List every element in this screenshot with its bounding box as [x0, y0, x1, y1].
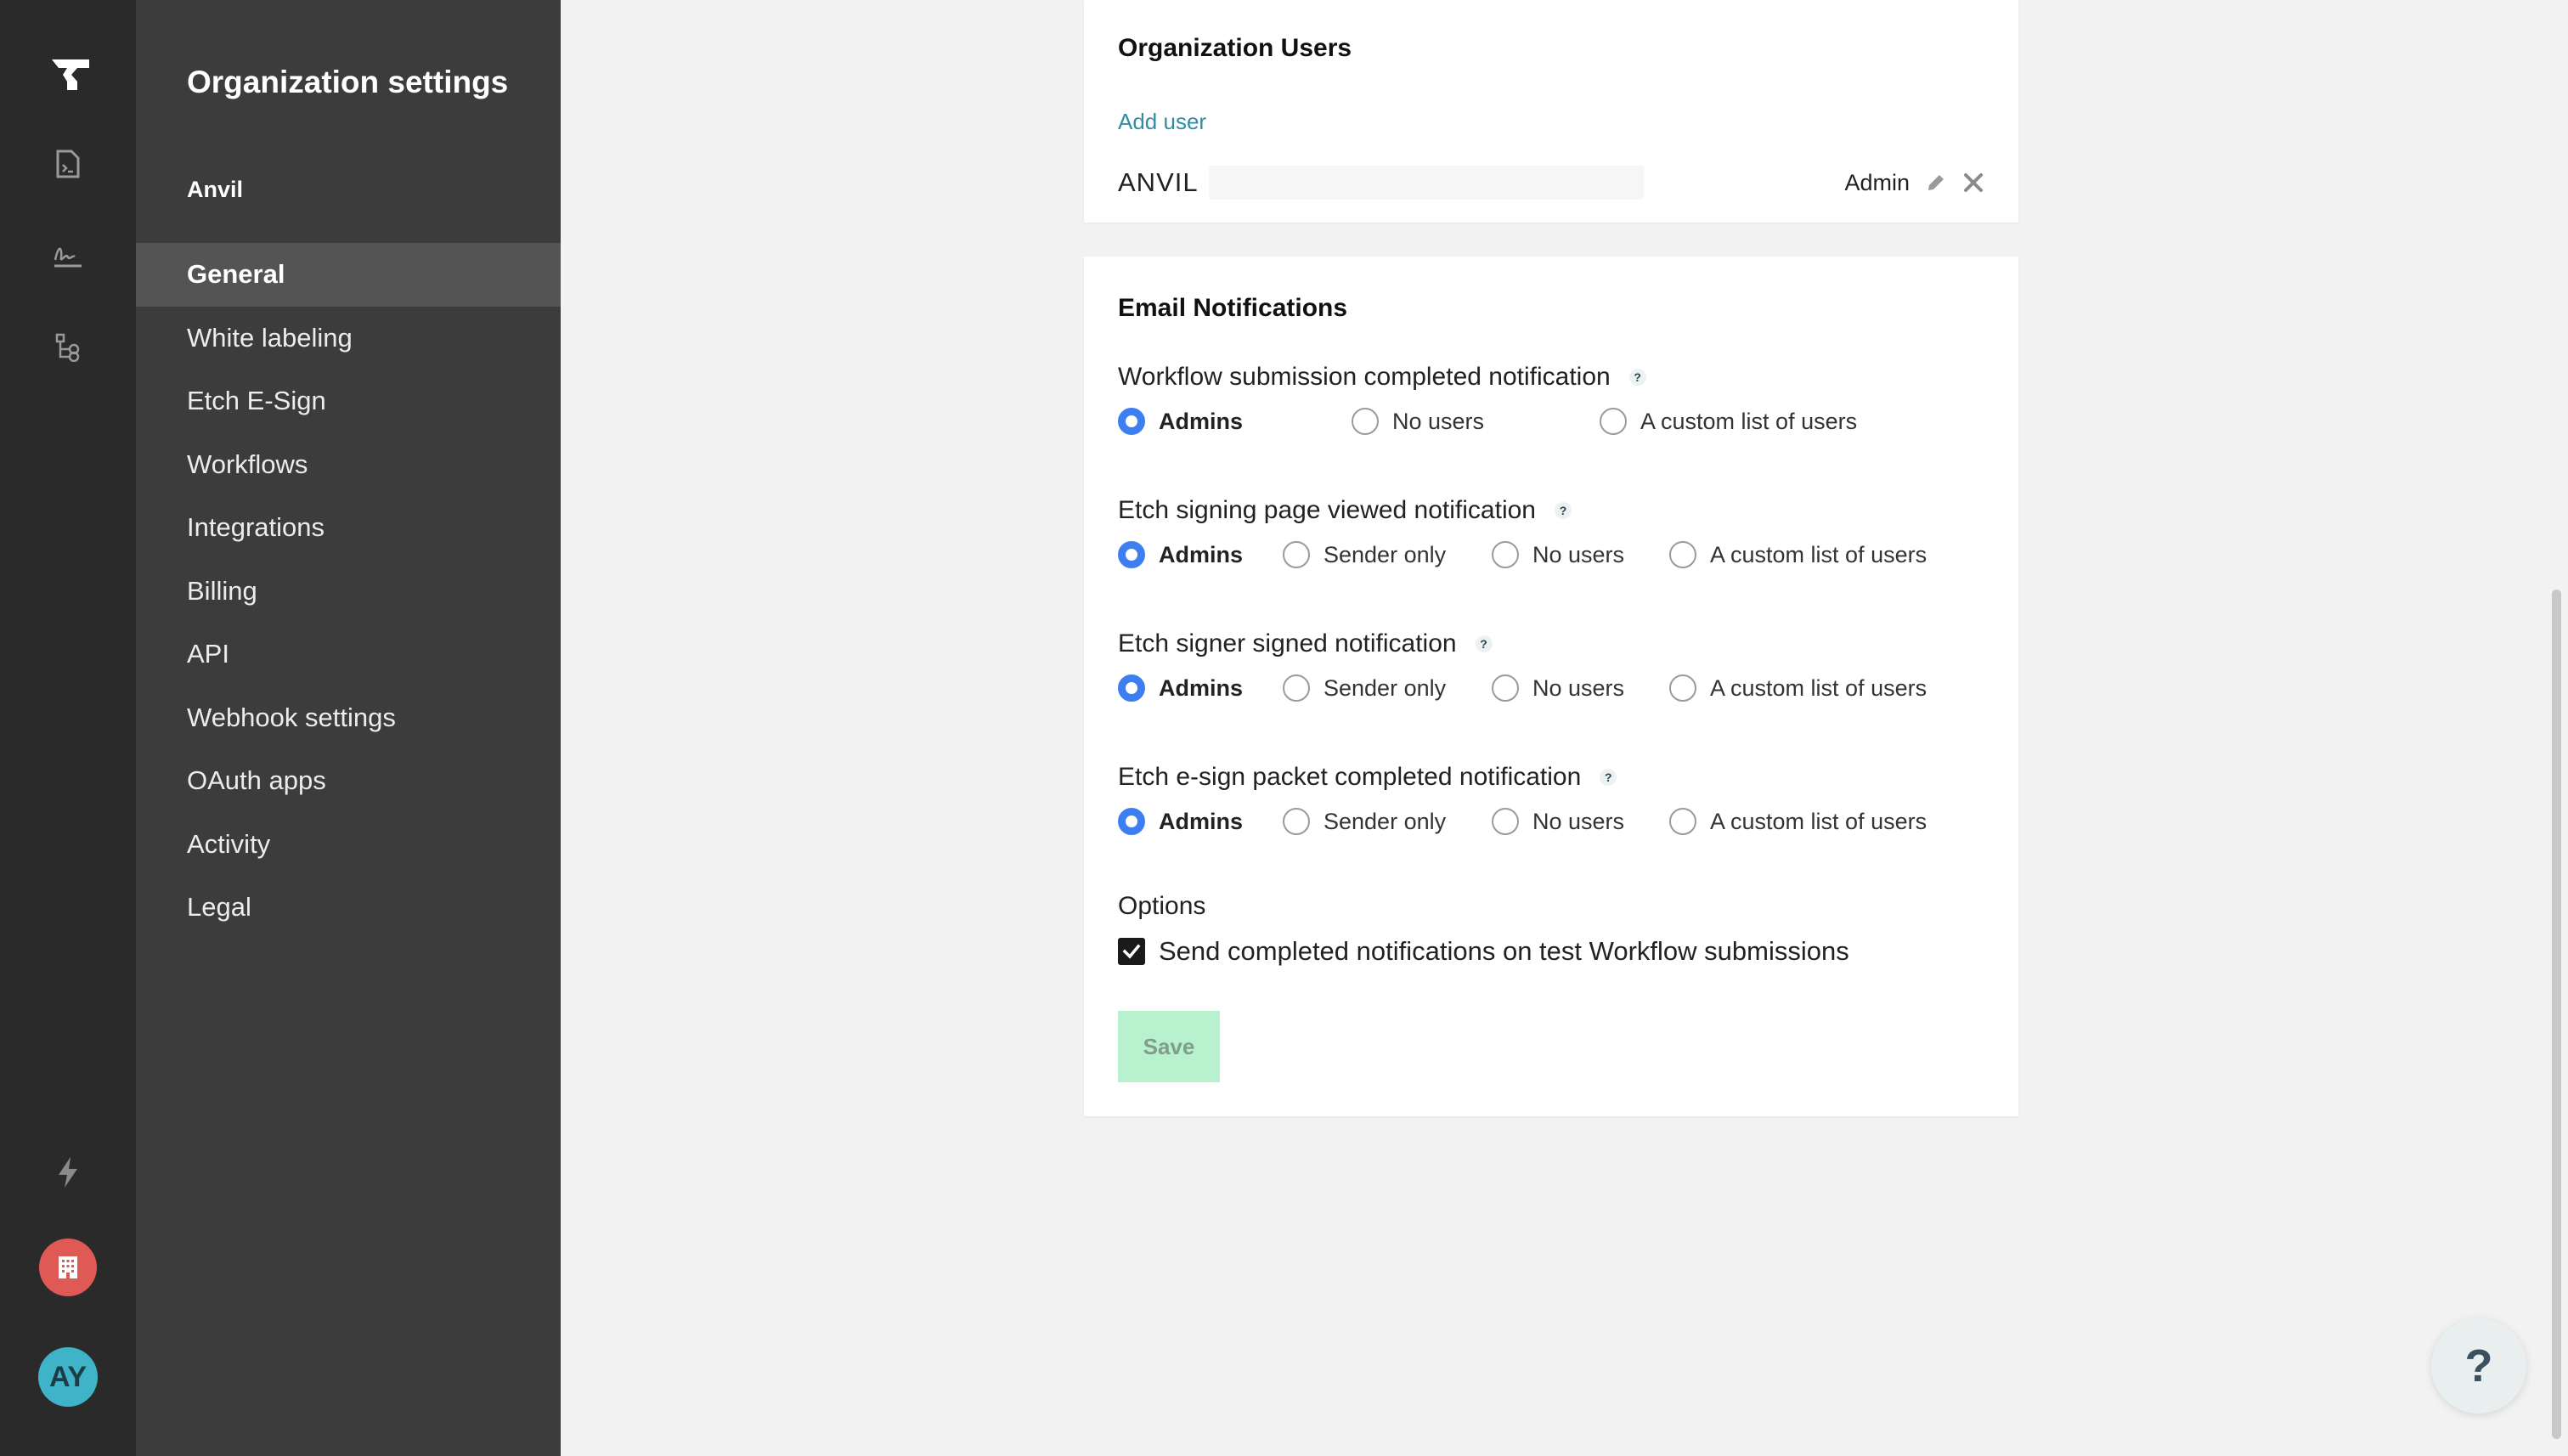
radio-sender-only[interactable]: Sender only	[1283, 804, 1446, 838]
options-section: Options Send completed notifications on …	[1118, 892, 1849, 966]
sidebar-item-webhook-settings[interactable]: Webhook settings	[136, 686, 561, 750]
sidebar-title: Organization settings	[187, 65, 509, 99]
email-notifications-title: Email Notifications	[1118, 294, 1348, 322]
sidebar-item-etch-e-sign[interactable]: Etch E-Sign	[136, 370, 561, 433]
anvil-logo-icon[interactable]	[47, 58, 89, 92]
sidebar-item-api[interactable]: API	[136, 623, 561, 686]
notification-group-label: Etch signer signed notification	[1118, 629, 1457, 657]
signature-icon[interactable]	[53, 243, 83, 268]
radio-group: Admins Sender only No users A custom lis…	[1118, 671, 2001, 705]
pencil-icon[interactable]	[1925, 172, 1947, 194]
notification-group-packet-completed: Etch e-sign packet completed notificatio…	[1118, 760, 2001, 835]
user-row: ANVIL Admin	[1118, 161, 1984, 204]
radio-custom-list[interactable]: A custom list of users	[1600, 404, 1857, 438]
main-content: Organization Users Add user ANVIL Admin …	[561, 0, 2548, 1456]
radio-sender-only[interactable]: Sender only	[1283, 538, 1446, 572]
icon-rail: AY	[0, 0, 136, 1456]
checkmark-icon	[1118, 938, 1145, 965]
notification-group-title: Workflow submission completed notificati…	[1118, 360, 2001, 394]
radio-admins[interactable]: Admins	[1118, 404, 1243, 438]
radio-admins[interactable]: Admins	[1118, 538, 1243, 572]
notification-group-signing-page-viewed: Etch signing page viewed notification ? …	[1118, 494, 2001, 568]
scrollbar[interactable]	[2545, 0, 2568, 1456]
radio-group: Admins Sender only No users A custom lis…	[1118, 538, 2001, 572]
sidebar-item-legal[interactable]: Legal	[136, 876, 561, 940]
notification-group-label: Workflow submission completed notificati…	[1118, 363, 1611, 391]
radio-custom-list[interactable]: A custom list of users	[1669, 538, 1927, 572]
notification-group-signer-signed: Etch signer signed notification ? Admins…	[1118, 627, 2001, 702]
document-icon[interactable]	[56, 150, 80, 178]
building-icon[interactable]	[39, 1239, 97, 1296]
notification-group-label: Etch e-sign packet completed notificatio…	[1118, 763, 1582, 791]
avatar[interactable]: AY	[38, 1347, 98, 1407]
org-users-title: Organization Users	[1118, 34, 1352, 62]
options-title: Options	[1118, 892, 1206, 920]
help-icon[interactable]: ?	[1554, 502, 1572, 519]
radio-no-users[interactable]: No users	[1492, 804, 1624, 838]
sidebar-item-activity[interactable]: Activity	[136, 813, 561, 877]
help-icon[interactable]: ?	[1475, 635, 1493, 652]
sidebar-item-oauth-apps[interactable]: OAuth apps	[136, 749, 561, 813]
bolt-icon[interactable]	[55, 1155, 81, 1189]
help-button[interactable]: ?	[2431, 1318, 2526, 1414]
user-role: Admin	[1844, 169, 1910, 195]
user-org-name: ANVIL	[1118, 167, 1199, 197]
sidebar-nav: General White labeling Etch E-Sign Workf…	[136, 243, 561, 940]
radio-sender-only[interactable]: Sender only	[1283, 671, 1446, 705]
email-notifications-card: Email Notifications Workflow submission …	[1084, 257, 2018, 1116]
test-submission-checkbox-label: Send completed notifications on test Wor…	[1159, 936, 1849, 966]
notification-group-workflow-submission: Workflow submission completed notificati…	[1118, 360, 2001, 435]
notification-group-title: Etch signer signed notification ?	[1118, 627, 2001, 661]
radio-custom-list[interactable]: A custom list of users	[1669, 804, 1927, 838]
org-users-card: Organization Users Add user ANVIL Admin	[1084, 0, 2018, 223]
radio-no-users[interactable]: No users	[1492, 538, 1624, 572]
redacted-user-name	[1208, 166, 1644, 200]
notification-group-label: Etch signing page viewed notification	[1118, 496, 1536, 524]
help-icon[interactable]: ?	[1628, 369, 1646, 386]
org-name: Anvil	[187, 177, 244, 202]
add-user-link[interactable]: Add user	[1118, 109, 1206, 135]
save-button[interactable]: Save	[1118, 1011, 1220, 1082]
radio-group: Admins Sender only No users A custom lis…	[1118, 804, 2001, 838]
radio-custom-list[interactable]: A custom list of users	[1669, 671, 1927, 705]
sidebar-item-workflows[interactable]: Workflows	[136, 433, 561, 497]
close-icon[interactable]	[1962, 172, 1984, 194]
sidebar-item-billing[interactable]: Billing	[136, 560, 561, 624]
radio-group: Admins No users A custom list of users	[1118, 404, 2001, 438]
sidebar-item-white-labeling[interactable]: White labeling	[136, 307, 561, 370]
help-icon[interactable]: ?	[1600, 769, 1617, 786]
settings-sidebar: Organization settings Anvil General Whit…	[136, 0, 561, 1456]
sidebar-item-general[interactable]: General	[136, 243, 561, 307]
radio-admins[interactable]: Admins	[1118, 804, 1243, 838]
scrollbar-thumb[interactable]	[2552, 590, 2561, 1439]
notification-group-title: Etch signing page viewed notification ?	[1118, 494, 2001, 528]
sidebar-item-integrations[interactable]: Integrations	[136, 496, 561, 560]
notification-group-title: Etch e-sign packet completed notificatio…	[1118, 760, 2001, 794]
workflow-icon[interactable]	[55, 333, 81, 362]
radio-no-users[interactable]: No users	[1492, 671, 1624, 705]
radio-admins[interactable]: Admins	[1118, 671, 1243, 705]
radio-no-users[interactable]: No users	[1352, 404, 1484, 438]
test-submission-checkbox[interactable]: Send completed notifications on test Wor…	[1118, 936, 1849, 967]
